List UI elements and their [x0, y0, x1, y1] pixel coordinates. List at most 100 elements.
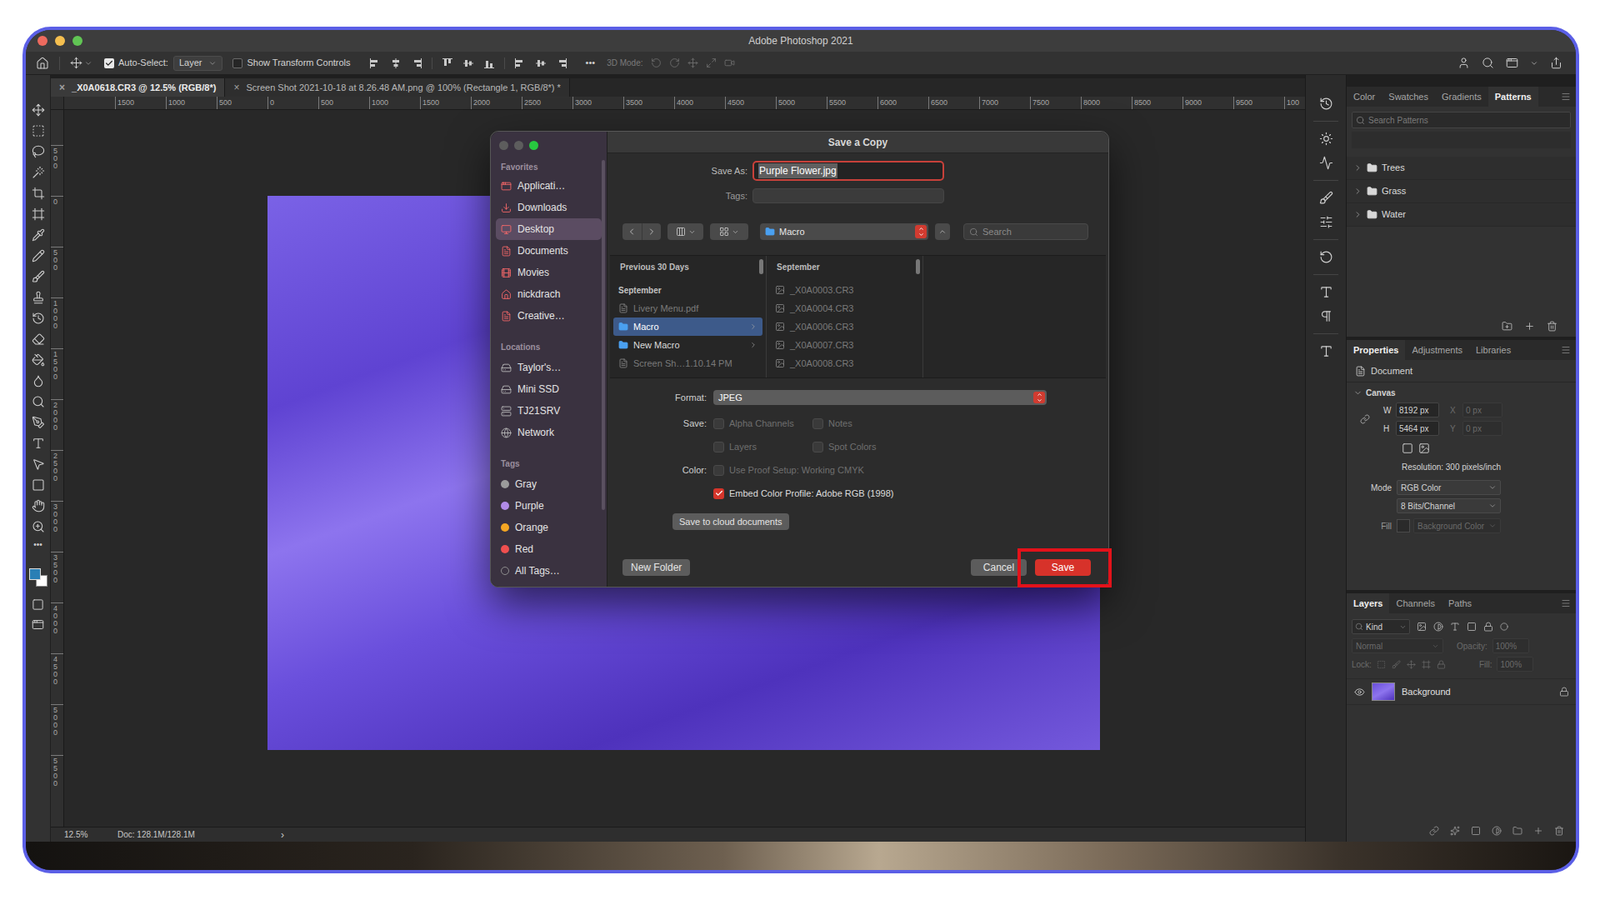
- secondary-button[interactable]: New Folder: [622, 559, 690, 576]
- sidebar-item[interactable]: Network: [495, 421, 602, 444]
- panel-tab[interactable]: Color: [1346, 86, 1382, 107]
- expand-button[interactable]: [935, 223, 950, 240]
- document-tab[interactable]: ×Screen Shot 2021-10-18 at 8.26.48 AM.pn…: [225, 78, 570, 97]
- edit-toolbar-button[interactable]: •••: [33, 540, 43, 550]
- blur-tool-icon[interactable]: [31, 374, 45, 388]
- align-icon[interactable]: [483, 57, 495, 70]
- transform-controls-option[interactable]: Show Transform Controls: [232, 55, 350, 70]
- new-group-icon[interactable]: [1512, 825, 1523, 836]
- smart-filter-icon[interactable]: [1483, 621, 1494, 632]
- scale-3d-icon[interactable]: [724, 57, 735, 69]
- browser-item[interactable]: New Macro: [613, 335, 763, 355]
- pen-tool-icon[interactable]: [31, 415, 45, 430]
- panel-menu-icon[interactable]: [1560, 345, 1571, 355]
- back-button[interactable]: [622, 223, 643, 240]
- sidebar-item[interactable]: nickdrach: [495, 283, 602, 305]
- new-pattern-icon[interactable]: [1524, 320, 1535, 332]
- align-icon[interactable]: [514, 57, 526, 70]
- workspace-icon[interactable]: [1505, 56, 1519, 70]
- minimize-button[interactable]: [55, 35, 65, 46]
- align-icon[interactable]: [555, 57, 568, 70]
- add-mask-icon[interactable]: [1470, 825, 1481, 836]
- sidebar-tag[interactable]: Red: [495, 538, 602, 560]
- history-panel-icon[interactable]: [1319, 96, 1334, 111]
- adjustment-filter-icon[interactable]: [1433, 621, 1444, 632]
- align-icon[interactable]: [390, 57, 402, 70]
- bit-depth-dropdown[interactable]: 8 Bits/Channel: [1396, 498, 1501, 514]
- lock-transparency-icon[interactable]: [1376, 660, 1386, 670]
- delete-layer-icon[interactable]: [1554, 825, 1565, 836]
- transform-controls-checkbox[interactable]: [232, 58, 243, 69]
- sidebar-tag[interactable]: All Tags…: [495, 560, 602, 582]
- lock-artboard-icon[interactable]: [1421, 660, 1431, 670]
- dodge-tool-icon[interactable]: [31, 395, 45, 409]
- paint-bucket-tool-icon[interactable]: [31, 353, 45, 367]
- zoom-button[interactable]: [529, 140, 539, 150]
- sidebar-tag[interactable]: Orange: [495, 516, 602, 539]
- adjustments-panel-icon[interactable]: [1319, 131, 1334, 146]
- visibility-icon[interactable]: [1354, 686, 1365, 698]
- location-dropdown[interactable]: Macro: [760, 223, 929, 240]
- landscape-orientation-icon[interactable]: [1418, 442, 1430, 455]
- brush-tool-icon[interactable]: [31, 270, 45, 284]
- secondary-button[interactable]: Cancel: [970, 559, 1027, 576]
- panel-tab[interactable]: Adjustments: [1405, 340, 1470, 360]
- column-view-button[interactable]: [667, 223, 704, 240]
- panel-tab[interactable]: Layers: [1346, 593, 1390, 614]
- tags-field[interactable]: [752, 188, 945, 204]
- size-field[interactable]: 5464 px: [1395, 420, 1440, 436]
- paragraph-panel-icon[interactable]: [1319, 309, 1334, 324]
- panel-tab[interactable]: Paths: [1441, 593, 1479, 614]
- canvas-section-header[interactable]: Canvas: [1346, 382, 1576, 403]
- auto-select-target-dropdown[interactable]: Layer: [173, 55, 224, 71]
- sidebar-item[interactable]: Applicati…: [495, 175, 602, 197]
- orbit-3d-icon[interactable]: [650, 57, 662, 69]
- account-icon[interactable]: [1457, 56, 1470, 70]
- clone-stamp-tool-icon[interactable]: [31, 290, 45, 305]
- hand-tool-icon[interactable]: [31, 499, 45, 513]
- mode-dropdown[interactable]: RGB Color: [1396, 480, 1501, 495]
- panel-tab[interactable]: Gradients: [1435, 86, 1489, 107]
- panel-tab[interactable]: Patterns: [1488, 86, 1539, 107]
- close-button[interactable]: [37, 35, 48, 46]
- sidebar-item[interactable]: TJ21SRV: [495, 400, 602, 422]
- close-button[interactable]: [499, 140, 509, 150]
- layer-filter-dropdown[interactable]: Kind: [1351, 619, 1410, 635]
- forward-button[interactable]: [642, 223, 662, 240]
- save-to-cloud-button[interactable]: Save to cloud documents: [672, 513, 790, 530]
- portrait-orientation-icon[interactable]: [1401, 442, 1414, 455]
- rectangle-tool-icon[interactable]: [31, 478, 45, 492]
- primary-button[interactable]: Save: [1035, 559, 1091, 576]
- align-icon[interactable]: [441, 57, 454, 70]
- more-options-button[interactable]: •••: [585, 55, 596, 70]
- histogram-panel-icon[interactable]: [1319, 155, 1334, 170]
- zoom-button[interactable]: [72, 35, 83, 46]
- new-group-icon[interactable]: [1501, 320, 1513, 332]
- file-name-field[interactable]: Purple Flower.jpg: [752, 160, 945, 181]
- layer-row[interactable]: Background: [1346, 678, 1576, 705]
- align-icon[interactable]: [369, 57, 381, 70]
- sidebar-item[interactable]: Desktop: [495, 218, 602, 240]
- delete-icon[interactable]: [1546, 320, 1558, 332]
- lock-pixels-icon[interactable]: [1391, 660, 1401, 670]
- history-brush-tool-icon[interactable]: [31, 311, 45, 325]
- pattern-group[interactable]: Trees: [1346, 156, 1576, 180]
- lock-all-icon[interactable]: [1436, 660, 1446, 670]
- lock-position-icon[interactable]: [1406, 660, 1416, 670]
- eyedropper-tool-icon[interactable]: [31, 228, 45, 242]
- home-icon[interactable]: [35, 56, 50, 70]
- panel-tab[interactable]: Properties: [1346, 340, 1405, 360]
- sidebar-item[interactable]: Downloads: [495, 196, 602, 219]
- character-panel-icon[interactable]: [1319, 285, 1334, 300]
- format-dropdown[interactable]: JPEG: [713, 390, 1047, 405]
- filter-toggle-icon[interactable]: [1500, 622, 1509, 631]
- minimize-button[interactable]: [514, 140, 524, 150]
- pattern-group[interactable]: Grass: [1346, 180, 1576, 204]
- document-tab[interactable]: ×_X0A0618.CR3 @ 12.5% (RGB/8*): [50, 78, 225, 97]
- sidebar-item[interactable]: Movies: [495, 261, 602, 284]
- lasso-tool-icon[interactable]: [31, 145, 45, 159]
- crop-tool-icon[interactable]: [31, 186, 45, 200]
- glyphs-panel-icon[interactable]: [1319, 344, 1334, 359]
- panel-tab[interactable]: Libraries: [1469, 340, 1518, 360]
- share-icon[interactable]: [1550, 56, 1563, 70]
